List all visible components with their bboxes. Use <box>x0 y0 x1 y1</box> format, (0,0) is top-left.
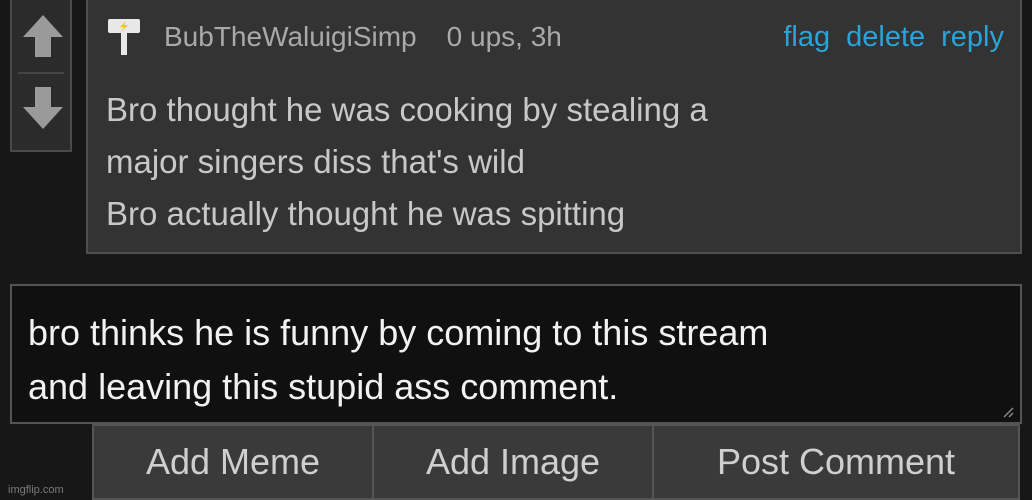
resize-grip-icon[interactable] <box>1002 406 1014 418</box>
comment-username[interactable]: BubTheWaluigiSimp <box>164 21 417 53</box>
comment-meta: 0 ups, 3h <box>446 21 562 52</box>
add-image-button[interactable]: Add Image <box>372 424 654 500</box>
upvote-button[interactable] <box>18 4 68 68</box>
delete-link[interactable]: delete <box>846 21 925 54</box>
reply-line: bro thinks he is funny by coming to this… <box>28 312 769 353</box>
imgflip-watermark: imgflip.com <box>8 484 64 496</box>
comment-header: BubTheWaluigiSimp 0 ups, 3h flag delete … <box>106 12 1004 62</box>
flag-link[interactable]: flag <box>783 21 830 54</box>
vote-column <box>10 0 72 152</box>
reply-text: bro thinks he is funny by coming to this… <box>28 306 1000 414</box>
comment: BubTheWaluigiSimp 0 ups, 3h flag delete … <box>86 0 1022 254</box>
reply-link[interactable]: reply <box>941 21 1004 54</box>
comment-button-row: Add Meme Add Image Post Comment <box>92 424 1022 500</box>
reply-line: and leaving this stupid ass comment. <box>28 366 619 407</box>
add-meme-button[interactable]: Add Meme <box>92 424 374 500</box>
arrow-up-icon <box>23 15 63 57</box>
comment-line: Bro thought he was cooking by stealing a <box>106 91 708 128</box>
reply-textarea[interactable]: bro thinks he is funny by coming to this… <box>10 284 1022 424</box>
post-comment-button[interactable]: Post Comment <box>652 424 1020 500</box>
comment-body: Bro thought he was cooking by stealing a… <box>106 84 990 240</box>
comment-line: Bro actually thought he was spitting <box>106 195 626 232</box>
vote-divider <box>18 72 64 74</box>
comment-line: major singers diss that's wild <box>106 143 525 180</box>
comment-actions: flag delete reply <box>783 21 1004 54</box>
downvote-button[interactable] <box>18 76 68 140</box>
hammer-icon[interactable] <box>106 17 146 57</box>
arrow-down-icon <box>23 87 63 129</box>
